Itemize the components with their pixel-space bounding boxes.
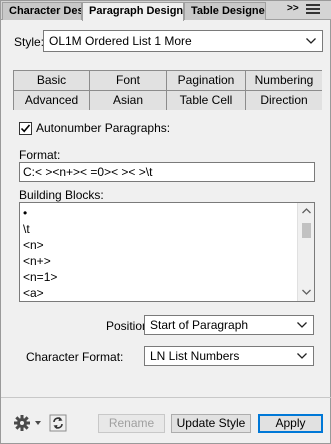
panel-menu-icon[interactable] bbox=[306, 4, 320, 16]
apply-button[interactable]: Apply bbox=[258, 414, 323, 433]
more-tabs-button[interactable]: >> bbox=[287, 3, 299, 14]
tab-paragraph-designer[interactable]: Paragraph Designer bbox=[82, 2, 184, 21]
character-format-label: Character Format: bbox=[26, 350, 124, 364]
tab-direction[interactable]: Direction bbox=[246, 91, 322, 110]
list-item[interactable]: <n> bbox=[23, 237, 44, 253]
list-item[interactable]: <n+> bbox=[23, 253, 51, 269]
tab-table-designer[interactable]: Table Designer bbox=[184, 2, 266, 20]
scrollbar[interactable] bbox=[297, 203, 314, 301]
chevron-down-icon bbox=[297, 322, 307, 328]
position-select[interactable]: Start of Paragraph bbox=[144, 315, 314, 335]
list-item[interactable]: <a> bbox=[23, 285, 44, 301]
tab-character-designer[interactable]: Character Designer bbox=[2, 2, 82, 20]
scroll-up-arrow-icon[interactable] bbox=[302, 208, 311, 214]
format-label: Format: bbox=[19, 148, 61, 162]
tab-advanced[interactable]: Advanced bbox=[14, 91, 90, 110]
list-item[interactable]: \t bbox=[23, 221, 30, 237]
property-tabs: Basic Font Pagination Numbering Advanced… bbox=[13, 70, 322, 110]
refresh-icon[interactable] bbox=[49, 413, 67, 433]
divider bbox=[1, 397, 331, 398]
tab-font[interactable]: Font bbox=[90, 71, 167, 91]
autonumber-label[interactable]: Autonumber Paragraphs: bbox=[36, 121, 170, 135]
list-item[interactable]: <n=1> bbox=[23, 269, 57, 285]
chevron-down-icon bbox=[297, 353, 307, 359]
style-select-value: OL1M Ordered List 1 More bbox=[49, 34, 192, 48]
tab-basic[interactable]: Basic bbox=[14, 71, 90, 91]
paragraph-designer-panel: Character Designer Paragraph Designer Ta… bbox=[0, 0, 331, 444]
panel-tab-strip: Character Designer Paragraph Designer Ta… bbox=[1, 1, 331, 21]
tab-numbering[interactable]: Numbering bbox=[246, 71, 322, 91]
rename-button[interactable]: Rename bbox=[98, 414, 165, 433]
style-select[interactable]: OL1M Ordered List 1 More bbox=[43, 30, 323, 52]
list-item[interactable]: • bbox=[23, 205, 27, 221]
style-label: Style: bbox=[14, 35, 45, 49]
autonumber-checkbox[interactable] bbox=[19, 122, 32, 135]
update-style-button[interactable]: Update Style bbox=[171, 414, 251, 433]
building-blocks-list[interactable]: • \t <n> <n+> <n=1> <a> bbox=[19, 202, 315, 302]
tab-pagination[interactable]: Pagination bbox=[167, 71, 246, 91]
scroll-down-arrow-icon[interactable] bbox=[302, 289, 311, 295]
tab-table-cell[interactable]: Table Cell bbox=[167, 91, 246, 110]
character-format-select[interactable]: LN List Numbers bbox=[144, 346, 314, 366]
building-blocks-label: Building Blocks: bbox=[19, 188, 104, 202]
gear-icon[interactable] bbox=[12, 413, 44, 433]
checkmark-icon bbox=[20, 124, 31, 133]
tab-asian[interactable]: Asian bbox=[90, 91, 167, 110]
character-format-select-value: LN List Numbers bbox=[150, 349, 240, 363]
position-select-value: Start of Paragraph bbox=[150, 318, 249, 332]
chevron-down-icon bbox=[306, 38, 316, 44]
scrollbar-thumb[interactable] bbox=[302, 223, 311, 238]
format-input[interactable]: C:< ><n+>< =0>< >< >\t bbox=[19, 162, 315, 182]
